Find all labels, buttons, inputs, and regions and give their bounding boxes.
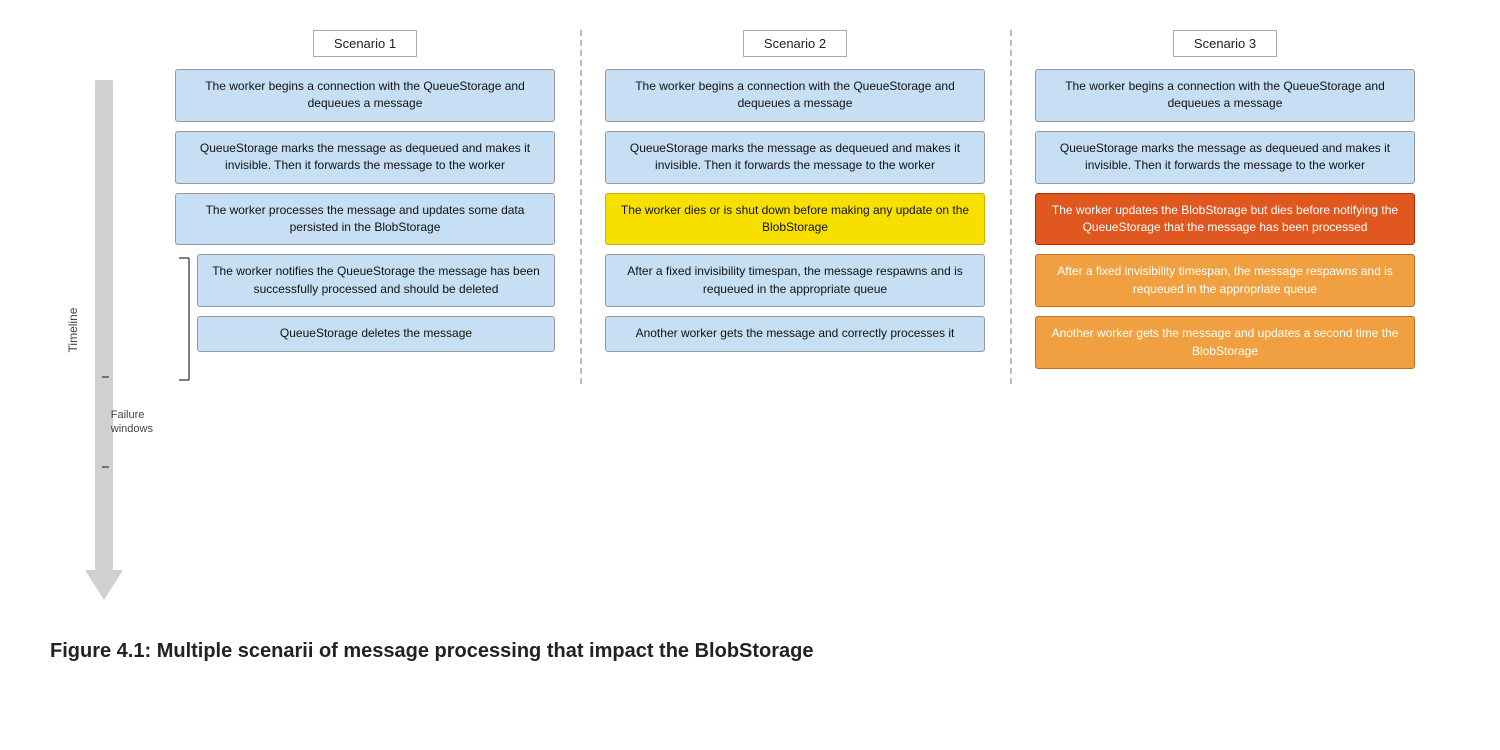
scenario-3-column: Scenario 3 The worker begins a connectio…	[1010, 30, 1440, 384]
scenario-1-step-1: The worker begins a connection with the …	[175, 69, 556, 122]
scenario-1-bracket-boxes: The worker notifies the QueueStorage the…	[197, 254, 556, 360]
scenario-2-column: Scenario 2 The worker begins a connectio…	[580, 30, 1010, 384]
timeline-label: Timeline	[66, 307, 80, 352]
scenario-2-step-5: Another worker gets the message and corr…	[605, 316, 986, 351]
scenario-3-title: Scenario 3	[1173, 30, 1277, 57]
scenario-2-step-4: After a fixed invisibility timespan, the…	[605, 254, 986, 307]
scenario-1-step-5: QueueStorage deletes the message	[197, 316, 556, 351]
scenario-3-step-2: QueueStorage marks the message as dequeu…	[1035, 131, 1416, 184]
diagram-outer: Timeline Failure windows Scenario 1 The …	[60, 30, 1440, 600]
timeline-arrow: Timeline	[85, 80, 125, 600]
scenario-2-title: Scenario 2	[743, 30, 847, 57]
left-panel: Timeline Failure windows	[60, 30, 150, 600]
figure-caption: Figure 4.1: Multiple scenarii of message…	[50, 640, 1450, 663]
scenario-2-step-2: QueueStorage marks the message as dequeu…	[605, 131, 986, 184]
scenario-1-column: Scenario 1 The worker begins a connectio…	[150, 30, 580, 384]
scenario-1-step-2: QueueStorage marks the message as dequeu…	[175, 131, 556, 184]
scenario-2-step-3: The worker dies or is shut down before m…	[605, 193, 986, 246]
scenario-1-step-4: The worker notifies the QueueStorage the…	[197, 254, 556, 307]
scenario-1-title: Scenario 1	[313, 30, 417, 57]
scenario-1-failure-section: The worker notifies the QueueStorage the…	[175, 254, 556, 384]
scenario-3-step-5: Another worker gets the message and upda…	[1035, 316, 1416, 369]
scenario-3-step-1: The worker begins a connection with the …	[1035, 69, 1416, 122]
scenario-3-step-3: The worker updates the BlobStorage but d…	[1035, 193, 1416, 246]
failure-windows-label: Failure windows	[111, 408, 158, 437]
timeline-shaft	[95, 80, 113, 570]
scenario-1-bracket	[175, 254, 193, 384]
failure-bracket-svg	[98, 372, 109, 472]
scenario-1-step-3: The worker processes the message and upd…	[175, 193, 556, 246]
scenarios-grid: Scenario 1 The worker begins a connectio…	[150, 30, 1440, 384]
scenario-2-step-1: The worker begins a connection with the …	[605, 69, 986, 122]
timeline-arrowhead	[85, 570, 123, 600]
failure-windows-area: Failure windows	[98, 372, 158, 472]
scenario-3-step-4: After a fixed invisibility timespan, the…	[1035, 254, 1416, 307]
